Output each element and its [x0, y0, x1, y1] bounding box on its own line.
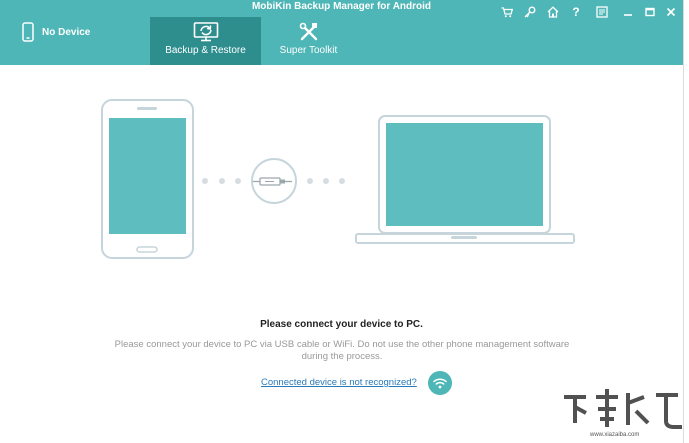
usb-cable-icon [251, 158, 297, 204]
connect-prompt-body: Please connect your device to PC via USB… [114, 339, 570, 362]
connection-illustration [101, 99, 575, 259]
connector-dots-left [202, 178, 241, 184]
watermark-url: www.xiazaiba.com [590, 432, 640, 438]
connect-prompt-title: Please connect your device to PC. [260, 319, 423, 330]
app-window: MobiKin Backup Manager for Android No De… [0, 0, 684, 443]
wifi-connect-button[interactable] [428, 371, 452, 395]
connector-dots-right [307, 178, 345, 184]
phone-illustration [101, 99, 194, 259]
wifi-icon [433, 378, 447, 389]
device-not-recognized-link[interactable]: Connected device is not recognized? [261, 377, 417, 388]
laptop-illustration [355, 115, 575, 244]
